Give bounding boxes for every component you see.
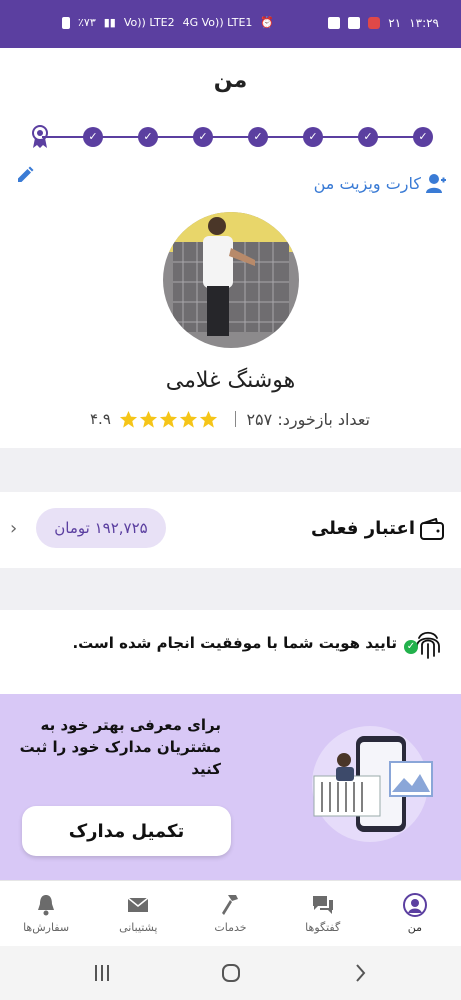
chevron-right-icon: › — [10, 518, 18, 539]
system-nav-bar — [0, 946, 461, 1000]
status-right: ۲۱ ۱۳:۲۹ — [328, 16, 439, 30]
tab-label: خدمات — [214, 921, 247, 934]
divider — [235, 411, 237, 427]
profile-name: هوشنگ غلامی — [165, 368, 296, 393]
tab-label: من — [407, 921, 423, 934]
home-icon[interactable] — [219, 962, 243, 984]
credit-label: اعتبار فعلی — [310, 518, 415, 539]
rating-stars — [119, 410, 218, 429]
credit-amount: ۱۹۲,۷۲۵ تومان — [36, 508, 166, 548]
hammer-icon — [222, 895, 239, 915]
credit-row[interactable]: › ۱۹۲,۷۲۵ تومان اعتبار فعلی — [0, 492, 461, 568]
promo-text: برای معرفی بهتر خود به مشتریان مدارک خود… — [19, 716, 221, 778]
user-icon — [426, 174, 446, 193]
back-icon[interactable] — [349, 962, 373, 984]
feedback-count: تعداد بازخورد: ۲۵۷ — [246, 409, 370, 429]
complete-documents-button[interactable]: تکمیل مدارک — [22, 806, 231, 856]
tab-label: گفتگوها — [305, 921, 341, 934]
folder-icon — [348, 17, 361, 29]
star-icon — [179, 410, 197, 428]
app-badge-icon — [368, 17, 381, 29]
business-card-link[interactable]: کارت ویزیت من — [314, 172, 447, 194]
tab-services[interactable]: خدمات — [184, 881, 276, 946]
sim1-label: Vo)) LTE2 — [123, 16, 175, 29]
progress-step: ✓ — [413, 127, 433, 147]
notification-count: ۲۱ — [388, 16, 402, 30]
profile-icon — [402, 893, 427, 917]
tab-support[interactable]: پشتیبانی — [92, 881, 184, 946]
tab-orders[interactable]: سفارش‌ها — [0, 881, 92, 946]
progress-step: ✓ — [138, 127, 158, 147]
recent-apps-icon[interactable] — [90, 962, 114, 984]
clock: ۱۳:۲۹ — [409, 16, 439, 30]
check-icon: ✓ — [404, 640, 418, 654]
wallet-icon — [420, 518, 444, 540]
progress-step: ✓ — [358, 127, 378, 147]
chat-icon — [312, 896, 333, 914]
battery-icon — [62, 16, 70, 29]
edit-icon[interactable] — [16, 166, 34, 184]
star-icon — [119, 410, 137, 428]
verification-text: تایید هویت شما با موفقیت انجام شده است. — [72, 634, 397, 652]
avatar[interactable] — [163, 212, 299, 348]
tab-label: سفارش‌ها — [23, 921, 70, 934]
documents-illustration — [312, 726, 433, 842]
tab-chats[interactable]: گفتگوها — [277, 881, 369, 946]
progress-step: ✓ — [303, 127, 323, 147]
status-left: ٪۷۳ ▮▮ Vo)) LTE2 4G Vo)) LTE1 ⏰ — [62, 16, 274, 29]
star-icon — [199, 410, 217, 428]
progress-step: ✓ — [193, 127, 213, 147]
bottom-tab-bar: من گفتگوها خدمات پشتیبانی سفارش‌ها — [0, 880, 461, 946]
bell-icon — [38, 895, 55, 916]
tab-me[interactable]: من — [369, 881, 461, 946]
status-bar: ٪۷۳ ▮▮ Vo)) LTE2 4G Vo)) LTE1 ⏰ ۲۱ ۱۳:۲۹ — [0, 0, 461, 48]
section-divider — [0, 568, 461, 610]
award-icon — [32, 125, 48, 148]
section-divider — [0, 448, 461, 492]
page-title: من — [213, 68, 248, 93]
alarm-icon: ⏰ — [260, 16, 275, 29]
progress-step: ✓ — [83, 127, 103, 147]
business-card-label: کارت ویزیت من — [313, 173, 421, 193]
star-icon — [159, 410, 177, 428]
verification-row: تایید هویت شما با موفقیت انجام شده است. … — [0, 610, 461, 694]
sim2-label: 4G Vo)) LTE1 — [182, 16, 253, 29]
tab-label: پشتیبانی — [119, 921, 158, 934]
avatar-photo — [163, 212, 299, 348]
signal-icon: ▮▮ — [103, 16, 116, 29]
profile-progress: ✓ ✓ ✓ ✓ ✓ ✓ ✓ — [28, 124, 438, 150]
star-icon — [139, 410, 157, 428]
rating-score: ۴.۹ — [90, 410, 111, 428]
battery-level: ٪۷۳ — [78, 16, 96, 29]
progress-step: ✓ — [248, 127, 268, 147]
documents-promo: برای معرفی بهتر خود به مشتریان مدارک خود… — [0, 694, 461, 880]
rating-row: ۴.۹ تعداد بازخورد: ۲۵۷ — [90, 406, 370, 432]
app-notification-icon — [328, 17, 341, 29]
mail-icon — [127, 897, 149, 912]
